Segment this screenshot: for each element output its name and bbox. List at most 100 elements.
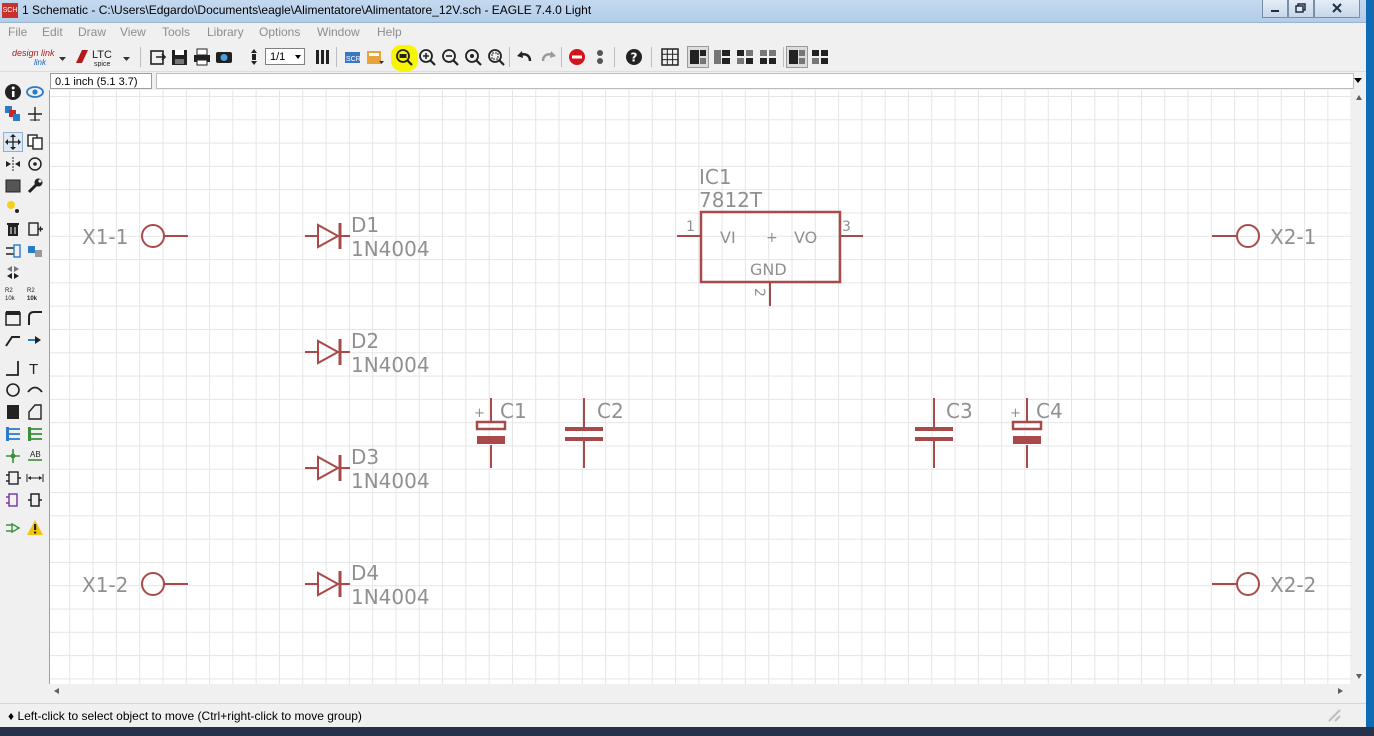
wire-icon[interactable] [4, 359, 22, 377]
zoom-in-icon[interactable] [417, 47, 437, 67]
display-layers-icon[interactable] [4, 105, 22, 123]
net-icon[interactable] [26, 425, 44, 443]
menu-options[interactable]: Options [259, 25, 300, 39]
miter-icon[interactable] [26, 309, 44, 327]
ltspice-dropdown[interactable] [122, 47, 132, 67]
paste-icon[interactable] [4, 198, 22, 216]
layout-3-icon[interactable] [735, 47, 755, 67]
frame-icon[interactable] [4, 491, 22, 509]
modules-icon[interactable] [26, 491, 44, 509]
command-input[interactable] [156, 73, 1354, 89]
design-link-button[interactable]: design link link [10, 47, 56, 67]
toolbar-separator [509, 47, 510, 67]
diode-d2[interactable] [305, 339, 350, 365]
erc-icon[interactable] [4, 519, 22, 537]
menu-draw[interactable]: Draw [78, 25, 106, 39]
menu-file[interactable]: File [8, 25, 27, 39]
stop-command-icon[interactable] [1326, 707, 1344, 723]
stop-icon[interactable] [567, 47, 587, 67]
menu-help[interactable]: Help [377, 25, 402, 39]
show-icon[interactable] [26, 83, 44, 101]
command-history-dropdown[interactable] [1354, 78, 1362, 83]
pinswap-icon[interactable] [4, 242, 22, 260]
errors-warning-icon[interactable] [26, 519, 44, 537]
close-button[interactable] [1314, 0, 1360, 18]
connector-x1-1[interactable] [141, 224, 188, 248]
junction-icon[interactable] [4, 447, 22, 465]
rotate-icon[interactable] [26, 155, 44, 173]
go-icon[interactable] [590, 47, 610, 67]
group-icon[interactable] [4, 177, 22, 195]
connector-x2-2[interactable] [1212, 572, 1260, 596]
script-icon[interactable]: SCR [343, 47, 363, 67]
menu-edit[interactable]: Edit [42, 25, 63, 39]
horizontal-scrollbar[interactable] [49, 684, 1352, 698]
redraw-icon[interactable] [463, 47, 483, 67]
replace-icon[interactable] [26, 242, 44, 260]
cam-processor-icon[interactable] [214, 47, 234, 67]
gateswap-icon[interactable] [4, 263, 22, 281]
move-icon[interactable] [3, 132, 23, 152]
print-icon[interactable] [192, 47, 212, 67]
help-icon[interactable]: ? [624, 47, 644, 67]
menu-library[interactable]: Library [207, 25, 244, 39]
delete-icon[interactable] [4, 220, 22, 238]
layout-4-icon[interactable] [758, 47, 778, 67]
schematic-canvas[interactable]: X1-1 X1-2 X2-1 X2-2 D1 1N4004 D2 1N4004 … [49, 90, 1353, 684]
regulator-ic1[interactable] [677, 210, 863, 306]
diode-d3[interactable] [305, 455, 350, 481]
zoom-select-icon[interactable] [486, 47, 506, 67]
add-icon[interactable] [26, 220, 44, 238]
bus-icon[interactable] [4, 425, 22, 443]
save-icon[interactable] [170, 47, 190, 67]
open-icon[interactable] [148, 47, 168, 67]
eagle-sch-icon[interactable]: SCH [2, 3, 18, 18]
ulp-icon[interactable] [365, 47, 385, 67]
svg-text:T: T [29, 361, 38, 377]
zoom-to-fit-icon[interactable] [394, 47, 414, 67]
layout-6-icon[interactable] [810, 47, 830, 67]
info-icon[interactable] [4, 83, 22, 101]
connector-x2-1[interactable] [1212, 224, 1260, 248]
attribute-icon[interactable] [4, 469, 22, 487]
redo-icon[interactable] [538, 47, 558, 67]
mirror-icon[interactable] [4, 155, 22, 173]
value-icon[interactable]: R2 10k [26, 285, 44, 303]
layout-5-icon[interactable] [786, 46, 808, 68]
sheet-arrows-icon[interactable] [244, 47, 264, 67]
menu-tools[interactable]: Tools [162, 25, 190, 39]
split-icon[interactable] [4, 331, 22, 349]
mark-icon[interactable] [26, 105, 44, 123]
ltspice-button[interactable]: LTC spice [74, 47, 120, 67]
connector-x1-2[interactable] [141, 572, 188, 596]
board-switch-icon[interactable] [313, 47, 333, 67]
maximize-button[interactable] [1288, 0, 1314, 18]
arc-icon[interactable] [26, 381, 44, 399]
menu-view[interactable]: View [120, 25, 146, 39]
invoke-icon[interactable] [26, 331, 44, 349]
label-ic1-name: IC1 [699, 165, 732, 189]
vertical-scrollbar[interactable] [1352, 90, 1366, 684]
sheet-select[interactable]: 1/1 [265, 48, 305, 65]
diode-d1[interactable] [305, 223, 350, 249]
grid-icon[interactable] [660, 47, 680, 67]
change-icon[interactable] [26, 177, 44, 195]
layout-2-icon[interactable] [712, 47, 732, 67]
copy-icon[interactable] [26, 133, 44, 151]
menu-window[interactable]: Window [317, 25, 360, 39]
polygon-icon[interactable] [26, 403, 44, 421]
undo-icon[interactable] [515, 47, 535, 67]
circle-icon[interactable] [4, 381, 22, 399]
dimension-icon[interactable] [26, 469, 44, 487]
design-link-dropdown[interactable] [58, 47, 68, 67]
zoom-out-icon[interactable] [440, 47, 460, 67]
minimize-button[interactable] [1262, 0, 1288, 18]
layout-1-icon[interactable] [687, 46, 709, 68]
text-icon[interactable]: T [26, 359, 44, 377]
label-icon[interactable]: AB [26, 447, 44, 465]
diode-d4[interactable] [305, 571, 350, 597]
name-icon[interactable]: R2 10k [4, 285, 22, 303]
label-x1-1: X1-1 [82, 225, 128, 249]
smash-icon[interactable] [4, 309, 22, 327]
rect-icon[interactable] [4, 403, 22, 421]
